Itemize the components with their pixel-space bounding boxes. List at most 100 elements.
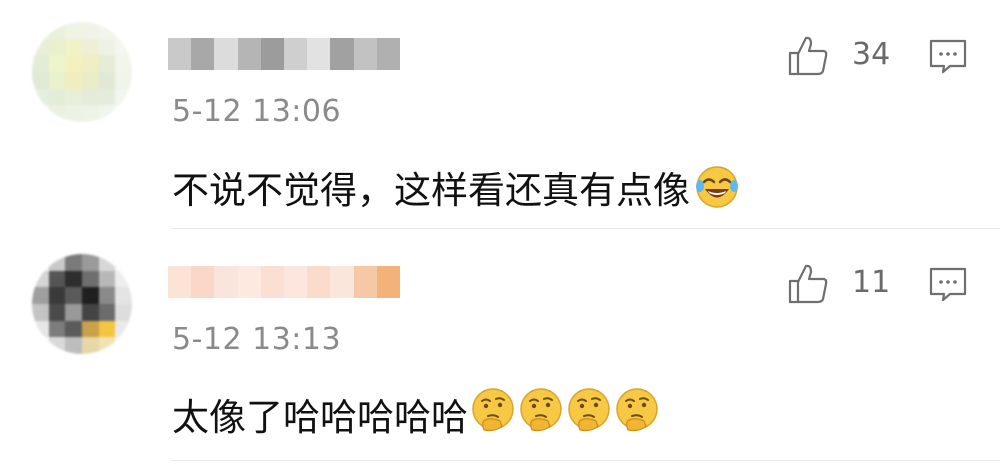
avatar-pixel: [115, 71, 132, 89]
avatar-pixel: [98, 254, 116, 271]
laugh-cry-emoji: [694, 164, 740, 210]
username-pixel: [376, 266, 400, 298]
avatar-pixel: [115, 287, 132, 304]
avatar-pixel: [81, 337, 99, 354]
avatar[interactable]: [32, 22, 132, 122]
avatar-pixel: [65, 71, 82, 89]
avatar-pixel: [81, 55, 99, 72]
avatar-pixel: [32, 55, 49, 72]
avatar-pixel: [65, 303, 82, 321]
avatar-pixel: [48, 22, 66, 39]
username-pixel: [330, 38, 354, 70]
avatar-pixel: [32, 303, 49, 321]
avatar-pixel: [115, 270, 132, 288]
emoji-group: [468, 386, 660, 441]
username-pixel: [237, 38, 261, 70]
avatar-pixel: [32, 337, 49, 354]
username-pixel: [284, 38, 308, 70]
avatar-pixelation: [32, 254, 132, 354]
avatar-pixel: [115, 88, 132, 106]
avatar-pixel: [81, 270, 99, 288]
avatar-pixel: [81, 303, 99, 321]
avatar-pixel: [48, 254, 66, 271]
username-blurred[interactable]: [168, 262, 400, 302]
avatar-pixel: [98, 303, 116, 321]
avatar-pixel: [32, 22, 49, 39]
avatar-pixel: [65, 55, 82, 72]
username-pixel: [330, 266, 354, 298]
username-pixel: [260, 266, 285, 298]
avatar-pixel: [65, 105, 82, 122]
avatar-pixel: [81, 254, 99, 271]
avatar-pixel: [65, 337, 82, 354]
username-pixel: [214, 38, 238, 70]
thinking-emoji: [518, 386, 564, 432]
reply-comment-icon[interactable]: [928, 38, 968, 76]
avatar-pixel: [115, 303, 132, 321]
username-pixel: [260, 38, 285, 70]
avatar-pixel: [65, 22, 82, 39]
avatar-pixel: [98, 287, 116, 304]
avatar-pixel: [98, 55, 116, 72]
thumbs-up-icon[interactable]: [786, 34, 830, 78]
avatar-pixel: [81, 320, 99, 338]
thinking-emoji: [566, 386, 612, 432]
like-count: 11: [852, 265, 891, 300]
username-pixel: [353, 266, 377, 298]
avatar-pixel: [48, 38, 66, 56]
avatar-pixel: [65, 287, 82, 304]
avatar-pixel: [65, 270, 82, 288]
avatar-pixel: [81, 88, 99, 106]
avatar-pixel: [81, 287, 99, 304]
avatar-pixel: [115, 337, 132, 354]
username-pixel: [307, 266, 331, 298]
avatar-pixel: [98, 38, 116, 56]
avatar-pixel: [48, 55, 66, 72]
comment-divider: [170, 228, 1000, 229]
username-pixel: [214, 266, 238, 298]
username-pixel: [376, 38, 400, 70]
avatar-pixel: [32, 71, 49, 89]
thinking-emoji: [614, 386, 660, 432]
avatar-pixel: [98, 337, 116, 354]
avatar-pixel: [81, 71, 99, 89]
avatar-pixel: [65, 254, 82, 271]
comment-item: 5-12 13:06 不说不觉得，这样看还真有点像 34: [0, 0, 1000, 230]
avatar-pixel: [48, 71, 66, 89]
avatar-pixel: [81, 38, 99, 56]
avatar-pixel: [48, 105, 66, 122]
comment-time: 5-12 13:13: [172, 322, 342, 357]
avatar-pixel: [65, 38, 82, 56]
username-blurred[interactable]: [168, 34, 400, 74]
username-pixel: [353, 38, 377, 70]
avatar-pixel: [32, 88, 49, 106]
avatar[interactable]: [32, 254, 132, 354]
username-pixel: [284, 266, 308, 298]
username-pixel: [168, 266, 192, 298]
comment-text-content: 不说不觉得，这样看还真有点像: [172, 169, 690, 212]
username-pixel: [237, 266, 261, 298]
avatar-pixel: [98, 320, 116, 338]
avatar-pixel: [98, 71, 116, 89]
avatar-pixel: [81, 105, 99, 122]
comment-item: 5-12 13:13 太像了哈哈哈哈哈 11: [0, 232, 1000, 462]
avatar-pixel: [115, 38, 132, 56]
reply-comment-icon[interactable]: [928, 266, 968, 304]
avatar-pixel: [115, 105, 132, 122]
avatar-pixel: [115, 254, 132, 271]
avatar-pixel: [48, 303, 66, 321]
avatar-pixel: [32, 254, 49, 271]
avatar-pixel: [81, 22, 99, 39]
avatar-pixel: [115, 22, 132, 39]
avatar-pixel: [32, 105, 49, 122]
avatar-pixel: [98, 22, 116, 39]
comment-divider: [170, 460, 1000, 461]
like-count: 34: [852, 37, 891, 72]
avatar-pixel: [32, 287, 49, 304]
avatar-pixel: [48, 337, 66, 354]
thinking-emoji: [470, 386, 516, 432]
comment-time: 5-12 13:06: [172, 94, 342, 129]
comment-text: 不说不觉得，这样看还真有点像: [172, 160, 740, 214]
thumbs-up-icon[interactable]: [786, 262, 830, 306]
avatar-pixel: [48, 320, 66, 338]
